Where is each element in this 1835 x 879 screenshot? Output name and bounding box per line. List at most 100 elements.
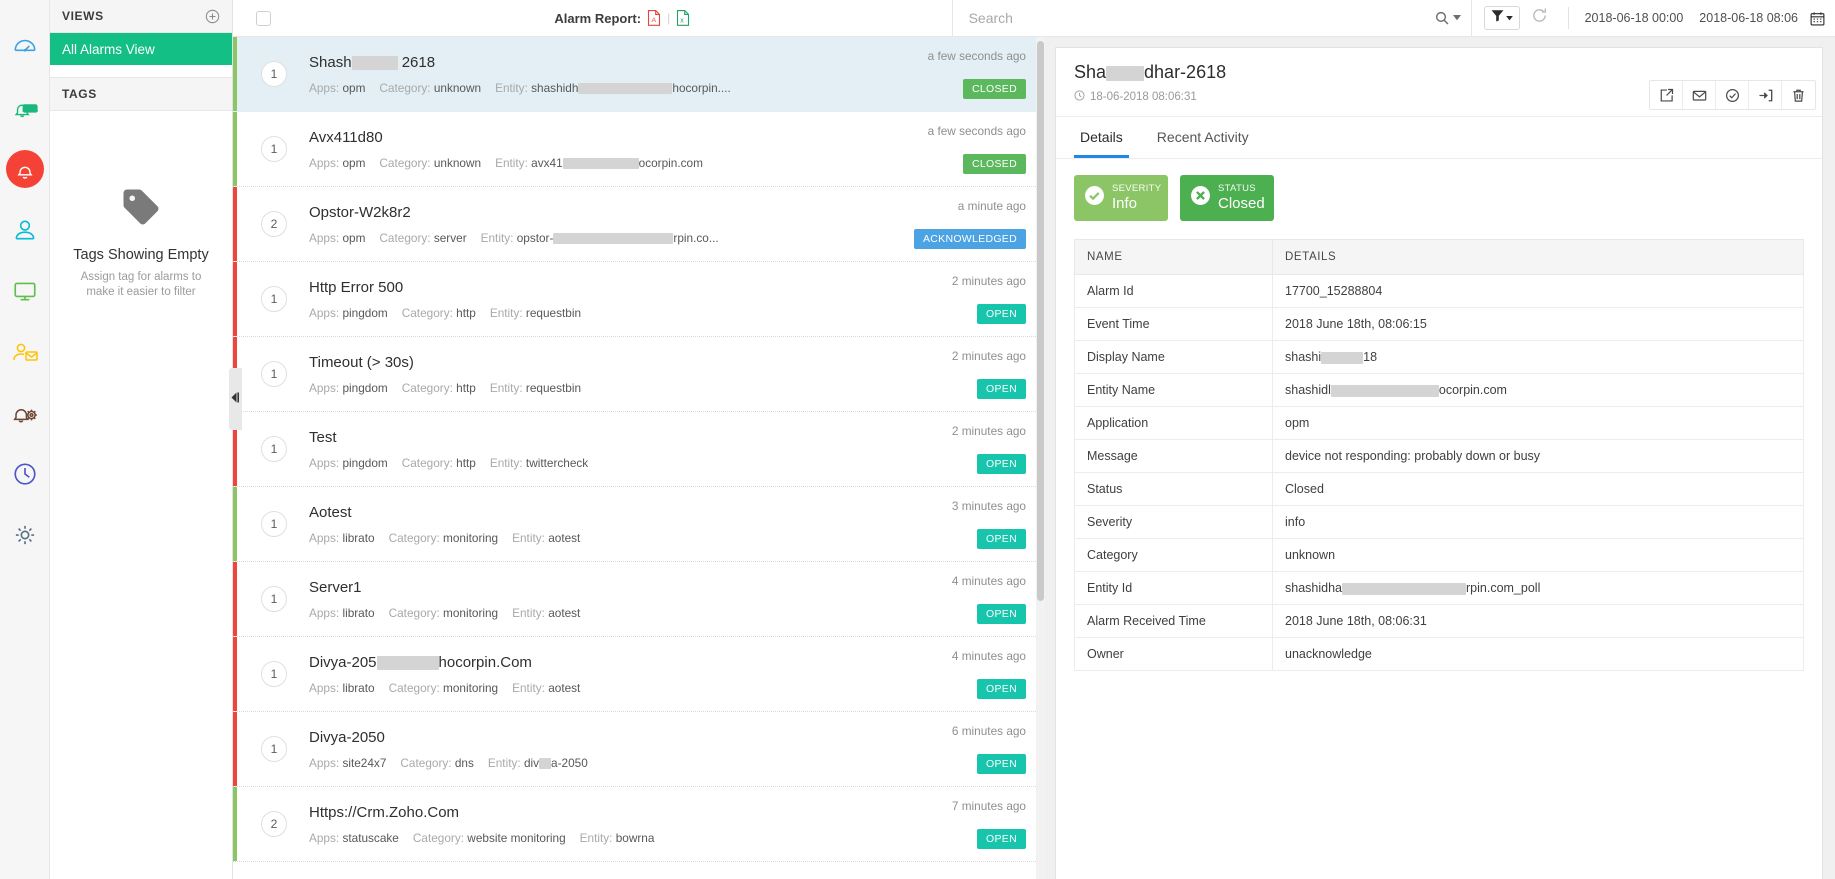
table-row: Status Closed: [1074, 472, 1804, 506]
user-mail-icon[interactable]: [0, 321, 50, 382]
alarm-relative-time: 4 minutes ago: [951, 574, 1026, 588]
alarm-category: Category: monitoring: [388, 530, 499, 545]
alarm-row-right: 4 minutes ago OPEN: [871, 562, 1036, 636]
alarm-list-item[interactable]: 1 Aotest Apps: librato Category: monitoring…: [233, 487, 1036, 562]
alarm-category: Category: http: [401, 455, 476, 470]
alarm-count-badge: 1: [261, 361, 287, 387]
alarm-title: Shash 2618: [309, 53, 436, 71]
alarm-title: Https://Crm.Zoho.Com: [309, 803, 460, 821]
alarm-list-item[interactable]: 1 Divya-2050 Apps: site24x7 Category: dns En…: [233, 712, 1036, 787]
alarm-row-right: 2 minutes ago OPEN: [871, 412, 1036, 486]
svg-text:LIVE: LIVE: [22, 105, 37, 112]
sidebar-item-all-alarms-view[interactable]: All Alarms View: [50, 33, 232, 65]
schedule-clock-icon[interactable]: [0, 443, 50, 504]
status-badge[interactable]: OPEN: [977, 754, 1026, 774]
monitors-icon[interactable]: [0, 260, 50, 321]
add-view-icon[interactable]: [205, 9, 220, 24]
status-badge[interactable]: OPEN: [977, 454, 1026, 474]
alert-settings-icon[interactable]: [0, 382, 50, 443]
alarm-detail-card: Sha dhar-2618 18-06-2018 08:06:31 Detail…: [1055, 47, 1823, 879]
status-badge[interactable]: OPEN: [977, 679, 1026, 699]
select-all-checkbox[interactable]: [255, 10, 271, 26]
excel-file-icon[interactable]: x: [676, 10, 690, 26]
status-badge[interactable]: OPEN: [977, 529, 1026, 549]
detail-row-name: Message: [1074, 439, 1273, 473]
severity-bar: [233, 637, 237, 711]
alarm-relative-time: a few seconds ago: [927, 124, 1026, 138]
select-all-wrap: [233, 10, 293, 26]
detail-row-name: Alarm Id: [1074, 274, 1273, 308]
alarm-list-item[interactable]: 2 Https://Crm.Zoho.Com Apps: statuscake Cat…: [233, 787, 1036, 862]
refresh-icon: [1531, 7, 1548, 29]
status-badge[interactable]: CLOSED: [963, 154, 1026, 174]
open-external-icon[interactable]: [1650, 81, 1683, 109]
status-badge[interactable]: CLOSED: [963, 79, 1026, 99]
alarm-detail-tabs[interactable]: Details Recent Activity: [1056, 117, 1822, 159]
list-and-detail: 1 Shash 2618 Apps: opm Category: unknown Ent…: [233, 37, 1835, 879]
sidebar-collapse-handle[interactable]: [229, 368, 242, 430]
alarm-apps: Apps: opm: [309, 230, 366, 245]
alarm-relative-time: 7 minutes ago: [951, 799, 1026, 813]
alarm-list-item[interactable]: 1 Test Apps: pingdom Category: http Entity: …: [233, 412, 1036, 487]
alarms-bell-icon[interactable]: [0, 138, 50, 199]
alarm-list-scroll-thumb[interactable]: [1037, 41, 1044, 601]
alarm-apps: Apps: pingdom: [309, 380, 388, 395]
refresh-button[interactable]: [1520, 7, 1560, 29]
tab-recent-activity[interactable]: Recent Activity: [1151, 117, 1255, 158]
alarm-title: Timeout (> 30s): [309, 353, 414, 371]
alarm-row-right: a few seconds ago CLOSED: [871, 112, 1036, 186]
views-header: VIEWS: [50, 0, 232, 33]
alarm-count-badge: 1: [261, 61, 287, 87]
dashboard-icon[interactable]: [0, 16, 50, 77]
pdf-file-icon[interactable]: A: [647, 10, 661, 26]
alarm-list[interactable]: 1 Shash 2618 Apps: opm Category: unknown Ent…: [233, 37, 1036, 879]
settings-gear-icon[interactable]: [0, 504, 50, 565]
email-icon[interactable]: [1683, 81, 1716, 109]
alarm-list-item[interactable]: 1 Timeout (> 30s) Apps: pingdom Category: h…: [233, 337, 1036, 412]
alarm-count-badge: 1: [261, 436, 287, 462]
alarm-category: Category: website monitoring: [412, 830, 566, 845]
status-badge[interactable]: OPEN: [977, 304, 1026, 324]
detail-row-value: shashidl ocorpin.com: [1272, 373, 1804, 407]
alarm-report-label: Alarm Report:: [554, 10, 642, 26]
severity-bar: [233, 187, 237, 261]
status-badge[interactable]: ACKNOWLEDGED: [913, 229, 1026, 249]
view-item-label: All Alarms View: [62, 41, 155, 57]
chip-text: STATUS Closed: [1218, 183, 1265, 212]
alarm-entity: Entity: avx41 ocorpin.com: [495, 155, 703, 170]
redacted-text: [1342, 582, 1466, 595]
user-icon[interactable]: [0, 199, 50, 260]
calendar-icon[interactable]: [1806, 11, 1825, 26]
alarm-list-item[interactable]: 2 Opstor-W2k8r2 Apps: opm Category: server E…: [233, 187, 1036, 262]
alarm-title: Divya-205 hocorpin.Com: [309, 653, 532, 671]
status-badge[interactable]: OPEN: [977, 829, 1026, 849]
delete-icon[interactable]: [1782, 81, 1815, 109]
detail-row-value: unknown: [1272, 538, 1804, 572]
alarm-list-item[interactable]: 1 Divya-205 hocorpin.Com Apps: librato Cate…: [233, 637, 1036, 712]
alarm-list-item[interactable]: 1 Http Error 500 Apps: pingdom Category: ht…: [233, 262, 1036, 337]
detail-row-value: 17700_15288804: [1272, 274, 1804, 308]
search-dropdown-icon[interactable]: [1434, 10, 1461, 27]
acknowledge-icon[interactable]: [1716, 81, 1749, 109]
alarm-title: Test: [309, 428, 337, 446]
alarm-meta: Apps: librato Category: monitoring Entity:…: [309, 606, 871, 620]
detail-row-name: Entity Id: [1074, 571, 1273, 605]
alarm-list-item[interactable]: 1 Server1 Apps: librato Category: monitorin…: [233, 562, 1036, 637]
alarm-list-scrollbar[interactable]: [1036, 37, 1045, 879]
alarm-meta: Apps: site24x7 Category: dns Entity: div a…: [309, 756, 871, 770]
detail-row-value: info: [1272, 505, 1804, 539]
date-range-from[interactable]: 2018-06-18 00:00: [1577, 11, 1692, 25]
status-badge[interactable]: OPEN: [977, 379, 1026, 399]
assign-icon[interactable]: [1749, 81, 1782, 109]
status-badge[interactable]: OPEN: [977, 604, 1026, 624]
search-input[interactable]: [968, 10, 1434, 26]
alarm-list-item[interactable]: 1 Shash 2618 Apps: opm Category: unknown Ent…: [233, 37, 1036, 112]
live-alarms-icon[interactable]: LIVE: [0, 77, 50, 138]
tab-details[interactable]: Details: [1074, 117, 1129, 158]
detail-row-name: Category: [1074, 538, 1273, 572]
alarm-list-item[interactable]: 1 Avx411d80 Apps: opm Category: unknown Enti…: [233, 112, 1036, 187]
date-range-to[interactable]: 2018-06-18 08:06: [1691, 11, 1806, 25]
alarm-count-badge: 2: [261, 211, 287, 237]
toolbar-divider: [1567, 7, 1569, 29]
filter-button[interactable]: [1483, 6, 1520, 30]
